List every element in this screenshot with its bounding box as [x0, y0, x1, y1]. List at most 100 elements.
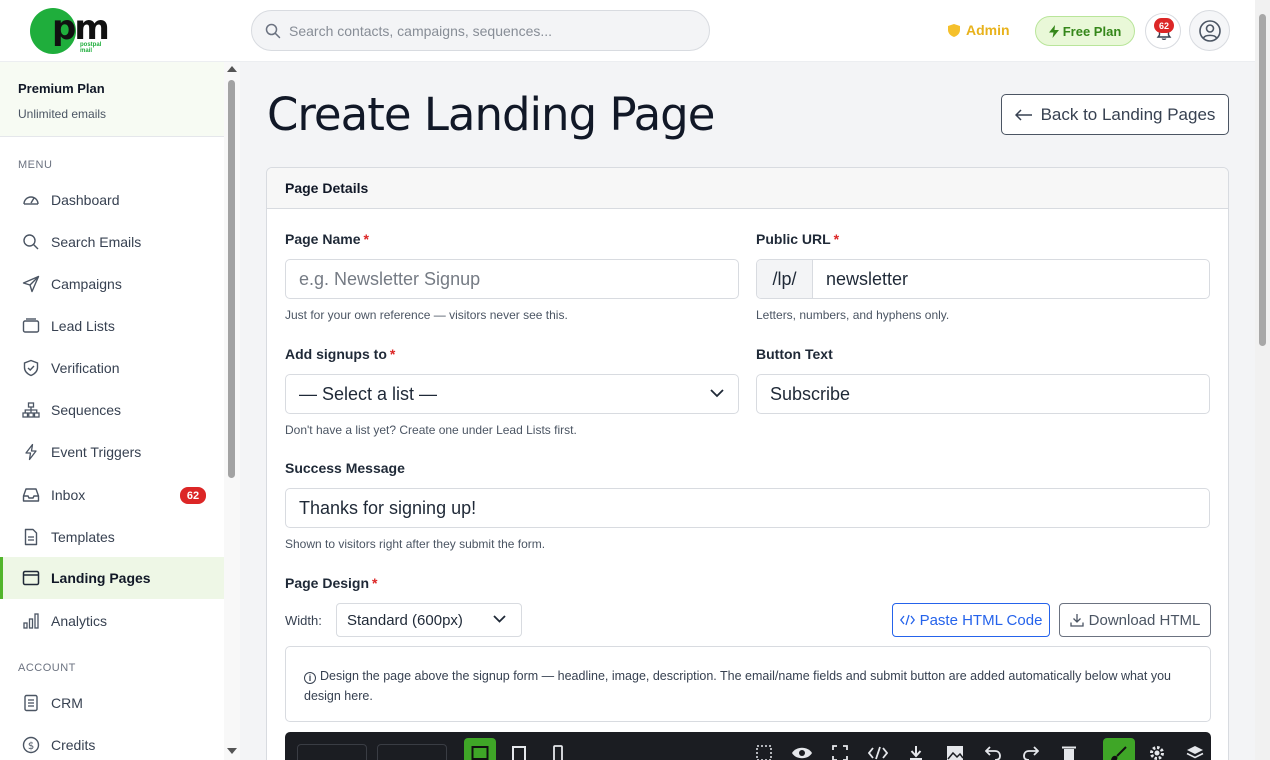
sidebar-item-label: CRM — [51, 695, 83, 711]
signup-list-select[interactable]: — Select a list — — [285, 374, 739, 414]
page-width-select[interactable]: Standard (600px) — [336, 603, 522, 637]
redo-icon[interactable] — [1019, 741, 1043, 760]
scroll-up-arrow-icon[interactable] — [227, 66, 237, 72]
sidebar-item-inbox[interactable]: Inbox 62 — [0, 474, 224, 516]
image-gallery-icon[interactable] — [943, 741, 967, 760]
send-icon — [22, 275, 40, 293]
sidebar-item-campaigns[interactable]: Campaigns — [0, 263, 224, 305]
search-icon — [265, 23, 281, 39]
layers-icon[interactable] — [1183, 741, 1207, 760]
sidebar-item-label: Dashboard — [51, 192, 120, 208]
sidebar-item-landing-pages[interactable]: Landing Pages — [0, 557, 224, 599]
sidebar-item-crm[interactable]: CRM — [0, 682, 224, 724]
sidebar-item-label: Templates — [51, 529, 115, 545]
mobile-icon[interactable] — [546, 741, 570, 760]
sidebar-scrollbar-thumb[interactable] — [228, 80, 235, 478]
style-manager-button[interactable] — [1103, 738, 1135, 760]
paste-button-label: Paste HTML Code — [919, 611, 1043, 629]
button-text-label: Button Text — [756, 346, 833, 362]
sidebar: Premium Plan Unlimited emails MENU Dashb… — [0, 62, 240, 760]
user-avatar-button[interactable] — [1189, 10, 1230, 51]
editor-layout-tab[interactable] — [377, 744, 447, 760]
tablet-icon[interactable] — [507, 741, 531, 760]
sidebar-item-dashboard[interactable]: Dashboard — [0, 179, 224, 221]
sidebar-item-label: Lead Lists — [51, 318, 115, 334]
logo-subtext: postpal mail — [80, 42, 102, 54]
app-logo[interactable]: pm postpal mail — [30, 8, 110, 54]
page-scrollbar-thumb[interactable] — [1259, 14, 1266, 346]
page-name-input[interactable] — [285, 259, 739, 299]
sidebar-item-label: Analytics — [51, 613, 108, 629]
sidebar-item-label: Inbox — [51, 487, 86, 503]
sidebar-item-label: Landing Pages — [51, 570, 151, 586]
sidebar-item-verification[interactable]: Verification — [0, 347, 224, 389]
public-url-field[interactable]: /lp/ newsletter — [756, 259, 1210, 299]
sidebar-item-label: Event Triggers — [51, 444, 142, 460]
back-button-label: Back to Landing Pages — [1040, 104, 1216, 124]
url-prefix: /lp/ — [757, 260, 813, 298]
top-bar: pm postpal mail Admin Free Plan 62 — [0, 0, 1255, 62]
download-html-button[interactable]: Download HTML — [1059, 603, 1211, 637]
admin-link[interactable]: Admin — [948, 22, 1010, 38]
folder-icon — [22, 317, 40, 335]
plan-badge-button[interactable]: Free Plan — [1035, 16, 1135, 46]
desktop-view-button[interactable] — [464, 738, 496, 760]
sidebar-item-sequences[interactable]: Sequences — [0, 389, 224, 431]
account-section-label: ACCOUNT — [18, 662, 76, 674]
chevron-down-icon — [493, 615, 506, 623]
notebook-icon — [22, 694, 40, 712]
back-to-landing-pages-button[interactable]: Back to Landing Pages — [1001, 94, 1229, 135]
window-icon — [22, 569, 40, 587]
undo-icon[interactable] — [981, 741, 1005, 760]
label-text: Page Design — [285, 575, 370, 591]
document-icon — [22, 528, 40, 546]
sidebar-item-analytics[interactable]: Analytics — [0, 600, 224, 642]
shield-icon — [22, 359, 40, 377]
sidebar-item-templates[interactable]: Templates — [0, 516, 224, 558]
svg-text:$: $ — [28, 741, 34, 752]
fullscreen-icon[interactable] — [828, 741, 852, 760]
scroll-down-arrow-icon[interactable] — [227, 748, 237, 754]
code-view-icon[interactable] — [866, 741, 890, 760]
sidebar-item-event-triggers[interactable]: Event Triggers — [0, 431, 224, 473]
shield-icon — [948, 23, 960, 37]
sidebar-item-label: Sequences — [51, 402, 122, 418]
menu-section-label: MENU — [18, 159, 53, 171]
required-marker: * — [389, 346, 396, 362]
chevron-down-icon — [710, 389, 724, 398]
select-value: Standard (600px) — [347, 611, 463, 629]
button-text-input[interactable]: Subscribe — [756, 374, 1210, 414]
sidebar-item-lead-lists[interactable]: Lead Lists — [0, 305, 224, 347]
sidebar-item-search-emails[interactable]: Search Emails — [0, 221, 224, 263]
settings-gear-icon[interactable] — [1145, 741, 1169, 760]
success-message-input[interactable]: Thanks for signing up! — [285, 488, 1210, 528]
preview-eye-icon[interactable] — [790, 741, 814, 760]
public-url-help: Letters, numbers, and hyphens only. — [756, 308, 950, 322]
dashboard-icon — [22, 191, 40, 209]
public-url-label: Public URL * — [756, 231, 839, 247]
paste-html-code-button[interactable]: Paste HTML Code — [892, 603, 1050, 637]
sidebar-item-label: Credits — [51, 737, 96, 753]
add-signups-label: Add signups to * — [285, 346, 395, 362]
download-icon — [1069, 614, 1084, 627]
editor-device-desktop-tab[interactable] — [297, 744, 367, 760]
plan-summary: Premium Plan Unlimited emails — [0, 62, 224, 137]
diagram-icon — [22, 401, 40, 419]
select-area-icon[interactable] — [752, 741, 776, 760]
page-scrollbar[interactable] — [1255, 0, 1270, 760]
trash-icon[interactable] — [1057, 741, 1081, 760]
sidebar-item-label: Search Emails — [51, 234, 142, 250]
public-url-input[interactable]: newsletter — [813, 260, 1209, 298]
search-icon — [22, 233, 40, 251]
inbox-count-badge: 62 — [180, 487, 206, 504]
sidebar-scrollbar[interactable] — [224, 62, 240, 760]
required-marker: * — [363, 231, 369, 247]
search-input[interactable] — [289, 19, 689, 43]
design-info-box: i Design the page above the signup form —… — [285, 646, 1211, 722]
page-name-label: Page Name * — [285, 231, 369, 247]
global-search[interactable] — [251, 10, 710, 51]
sidebar-item-label: Verification — [51, 360, 120, 376]
import-download-icon[interactable] — [904, 741, 928, 760]
sidebar-item-credits[interactable]: $ Credits — [0, 724, 224, 760]
notifications-button[interactable]: 62 — [1145, 13, 1181, 49]
